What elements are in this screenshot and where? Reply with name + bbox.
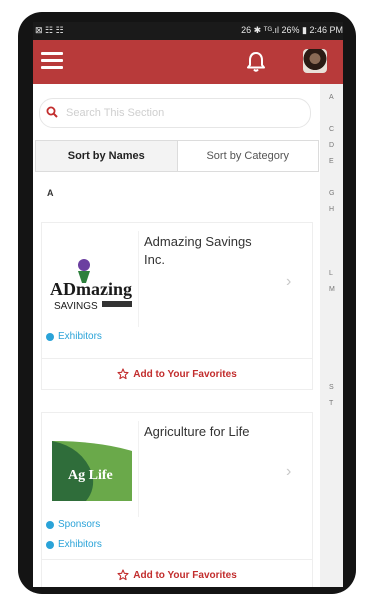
chevron-right-icon[interactable]: › [286, 273, 291, 291]
exhibitor-card[interactable]: Ag Life Agriculture for Life › Sponsors … [41, 412, 313, 587]
logo-sub-text: SAVINGS [54, 301, 98, 312]
tag-sponsors[interactable]: Sponsors [46, 519, 100, 530]
search-bar[interactable] [39, 98, 311, 128]
logo-main-text: ADmazing [50, 279, 132, 299]
alpha-index-letter[interactable]: S [329, 384, 334, 391]
add-to-favorites-button[interactable]: Add to Your Favorites [42, 358, 312, 389]
tag-exhibitors[interactable]: Exhibitors [46, 331, 102, 342]
tab-sort-by-names[interactable]: Sort by Names [36, 141, 178, 171]
logo-main-text: Ag Life [68, 468, 113, 483]
tag-label: Sponsors [58, 519, 101, 530]
company-logo: Ag Life [46, 421, 139, 517]
exhibitor-card[interactable]: ADmazing SAVINGS Admazing Savings Inc. ›… [41, 222, 313, 390]
star-outline-icon [117, 368, 129, 380]
user-avatar[interactable] [303, 49, 327, 73]
tag-dot-icon [46, 332, 54, 341]
tag-dot-icon [46, 520, 54, 529]
status-bar-notifications: ⊠ ☷ ☷ [35, 25, 64, 35]
star-outline-icon [117, 569, 129, 581]
company-logo: ADmazing SAVINGS [46, 231, 139, 327]
alpha-index-letter[interactable]: T [329, 400, 333, 407]
bell-icon[interactable] [245, 50, 267, 74]
alpha-index-letter[interactable]: E [329, 158, 334, 165]
alpha-index-letter[interactable]: H [329, 206, 334, 213]
search-icon [46, 106, 58, 118]
tag-label: Exhibitors [58, 331, 102, 342]
alpha-index-letter[interactable]: G [329, 190, 334, 197]
exhibitor-name[interactable]: Agriculture for Life [144, 423, 274, 441]
status-bar-info: 26 ✱ ᵀᴳ.ıl 26% ▮ 2:46 PM [241, 25, 343, 35]
favorite-label: Add to Your Favorites [133, 368, 237, 380]
search-input[interactable] [64, 104, 298, 122]
add-to-favorites-button[interactable]: Add to Your Favorites [42, 559, 312, 587]
alphabet-index: A C D E G H L M S T [320, 84, 343, 587]
tag-label: Exhibitors [58, 539, 102, 550]
tag-dot-icon [46, 540, 54, 549]
tab-sort-by-category[interactable]: Sort by Category [177, 141, 318, 171]
hamburger-icon[interactable] [41, 52, 63, 72]
status-bar: ⊠ ☷ ☷ 26 ✱ ᵀᴳ.ıl 26% ▮ 2:46 PM [33, 22, 343, 40]
alpha-index-letter[interactable]: M [329, 286, 335, 293]
app-screen: ⊠ ☷ ☷ 26 ✱ ᵀᴳ.ıl 26% ▮ 2:46 PM Sort by N… [33, 22, 343, 587]
exhibitor-name[interactable]: Admazing Savings Inc. [144, 233, 274, 269]
tag-exhibitors[interactable]: Exhibitors [46, 539, 102, 550]
alpha-index-letter[interactable]: A [329, 94, 334, 101]
main-content: Sort by Names Sort by Category A ADmazin… [33, 84, 320, 587]
favorite-label: Add to Your Favorites [133, 569, 237, 581]
app-header [33, 40, 343, 84]
sort-tabs: Sort by Names Sort by Category [35, 140, 319, 172]
alpha-index-letter[interactable]: C [329, 126, 334, 133]
chevron-right-icon[interactable]: › [286, 463, 291, 481]
alpha-index-letter[interactable]: D [329, 142, 334, 149]
section-header-letter: A [47, 188, 54, 198]
alpha-index-letter[interactable]: L [329, 270, 333, 277]
